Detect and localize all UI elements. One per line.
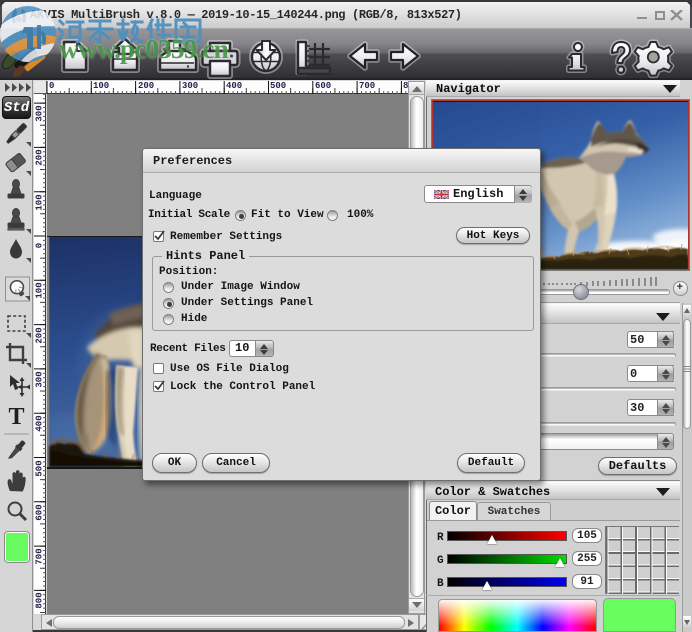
svg-text:T: T (8, 404, 24, 430)
